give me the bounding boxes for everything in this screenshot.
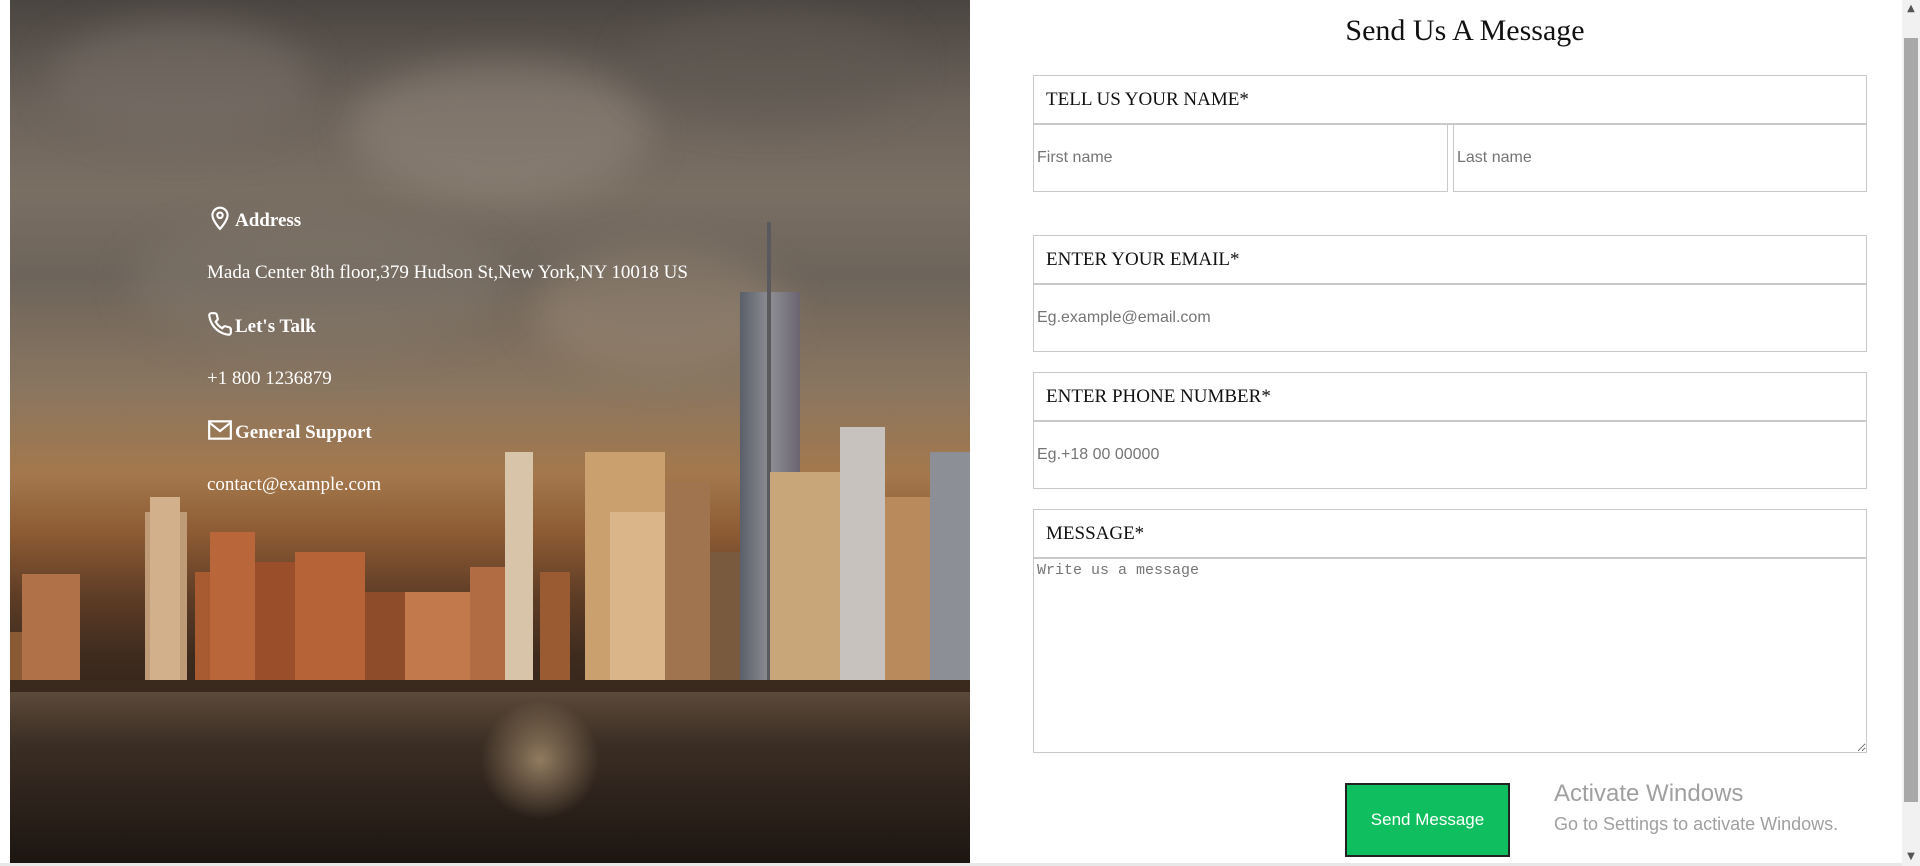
form-title: Send Us A Message <box>1345 14 1585 47</box>
message-textarea[interactable] <box>1033 558 1867 753</box>
talk-heading: Let's Talk <box>207 311 316 343</box>
scrollbar-thumb[interactable] <box>1904 38 1918 802</box>
scroll-up-arrow-icon[interactable]: ▲ <box>1902 0 1920 18</box>
message-label: MESSAGE* <box>1033 509 1867 559</box>
location-pin-icon <box>207 205 235 237</box>
email-text: contact@example.com <box>207 474 382 495</box>
address-heading: Address <box>207 205 301 237</box>
phone-label: ENTER PHONE NUMBER* <box>1033 372 1867 422</box>
send-message-button[interactable]: Send Message <box>1345 783 1510 857</box>
email-label: ENTER YOUR EMAIL* <box>1033 235 1867 285</box>
address-text: Mada Center 8th floor,379 Hudson St,New … <box>207 262 688 283</box>
email-input[interactable] <box>1033 284 1867 352</box>
scroll-down-arrow-icon[interactable]: ▼ <box>1902 848 1920 866</box>
mail-icon <box>207 417 235 449</box>
support-heading: General Support <box>207 417 372 449</box>
name-label: TELL US YOUR NAME* <box>1033 75 1867 125</box>
phone-text: +1 800 1236879 <box>207 368 332 389</box>
vertical-scrollbar[interactable]: ▲ ▼ <box>1902 0 1920 866</box>
activate-windows-watermark: Activate Windows Go to Settings to activ… <box>1554 780 1838 835</box>
city-skyline-image: Address Mada Center 8th floor,379 Hudson… <box>10 0 970 863</box>
watermark-line1: Activate Windows <box>1554 780 1744 807</box>
watermark-line2: Go to Settings to activate Windows. <box>1554 814 1839 834</box>
phone-input[interactable] <box>1033 421 1867 489</box>
phone-icon <box>207 311 235 343</box>
last-name-input[interactable] <box>1453 124 1867 192</box>
first-name-input[interactable] <box>1033 124 1448 192</box>
